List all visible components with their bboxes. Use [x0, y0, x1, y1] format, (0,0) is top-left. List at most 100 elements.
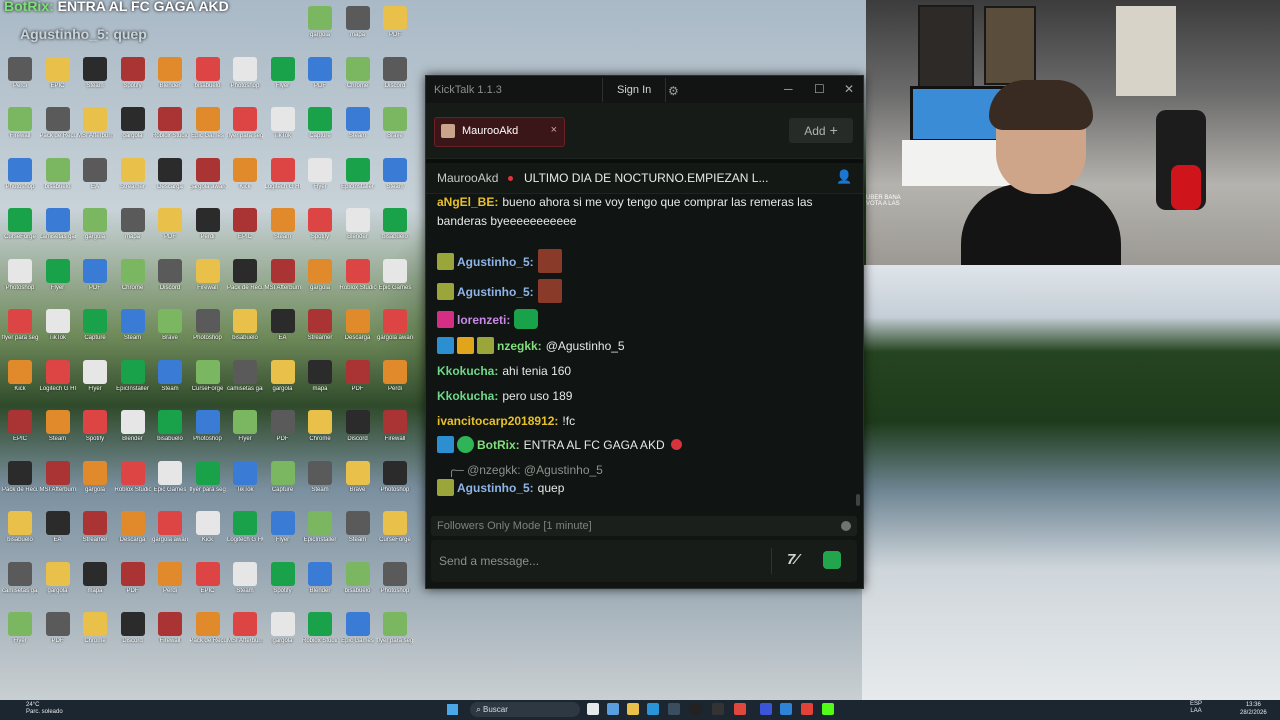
info-icon[interactable]	[841, 521, 851, 531]
desktop-icon[interactable]: MSI Afterburner	[227, 612, 263, 645]
desktop-icon[interactable]: Blender	[152, 56, 188, 90]
desktop-icon[interactable]: Streamer	[115, 157, 151, 191]
notepad-icon[interactable]	[780, 703, 792, 715]
desktop-icon[interactable]: EPIC	[40, 56, 76, 90]
desktop-icon[interactable]: Firewall	[377, 410, 413, 443]
desktop-icon[interactable]: CurseForge	[377, 511, 413, 544]
chat-username[interactable]: nzegkk:	[497, 339, 542, 353]
desktop-icon[interactable]: mapa	[77, 561, 113, 595]
desktop-icon[interactable]: flyer para seguir	[2, 309, 38, 342]
desktop-icon[interactable]: EpicInstaller	[340, 157, 376, 191]
desktop-icon[interactable]: bisabuelo	[152, 410, 188, 443]
desktop-icon[interactable]: Steam	[265, 208, 301, 241]
desktop-icon[interactable]: EA	[40, 511, 76, 544]
desktop-icon[interactable]: mapa	[302, 359, 338, 393]
sign-in-button[interactable]: Sign In	[602, 78, 667, 102]
desktop-icon[interactable]: Firewall	[2, 107, 38, 140]
desktop-icon[interactable]: gargola awards	[152, 511, 188, 544]
desktop-icon[interactable]: mapa	[340, 6, 376, 39]
desktop-icon[interactable]: Roblox Studio	[115, 460, 151, 494]
desktop-icon[interactable]: Descarga	[340, 309, 376, 342]
desktop-icon[interactable]: PDF	[265, 410, 301, 443]
desktop-icon[interactable]: Steam	[377, 157, 413, 191]
desktop-icon[interactable]: camisetas gargolas	[227, 359, 263, 393]
edge-icon[interactable]	[647, 703, 659, 715]
desktop-icon[interactable]: Chrome	[77, 612, 113, 645]
desktop-icon[interactable]: Photoshop	[377, 561, 413, 595]
desktop-icon[interactable]: flyer para seguir	[227, 107, 263, 140]
desktop-icon[interactable]: Steam	[115, 309, 151, 342]
desktop-icon[interactable]: Epic Games	[377, 258, 413, 292]
tab-maurooakd[interactable]: MaurooAkd ×	[434, 117, 565, 147]
desktop-icon[interactable]: Brave	[377, 107, 413, 140]
desktop-icon[interactable]: Photoshop	[190, 410, 226, 443]
desktop-icon[interactable]: bisabuelo	[227, 309, 263, 342]
desktop-icon[interactable]: Photoshop	[2, 258, 38, 292]
desktop-icon[interactable]: Steam	[77, 56, 113, 90]
desktop-icon[interactable]: Spotify	[77, 410, 113, 443]
desktop-icon[interactable]: bisabuelo	[377, 208, 413, 241]
taskview-icon[interactable]	[587, 703, 599, 715]
desktop-icon[interactable]: Descarga	[152, 157, 188, 191]
desktop-icon[interactable]: gargola	[77, 208, 113, 241]
desktop-icon[interactable]: Flyer	[265, 56, 301, 90]
desktop-icon[interactable]: Photoshop	[2, 157, 38, 191]
desktop-icon[interactable]: MSI Afterburner	[40, 460, 76, 494]
desktop-icon[interactable]: MSI Afterburner	[77, 107, 113, 140]
user-list-icon[interactable]: 👤	[836, 169, 852, 185]
minimize-button[interactable]: ─	[784, 82, 793, 96]
desktop-icon[interactable]: Steam	[40, 410, 76, 443]
desktop-icon[interactable]: Streamer	[302, 309, 338, 342]
desktop-icon[interactable]: Epic Games	[340, 612, 376, 645]
desktop-icon[interactable]: Flyer	[302, 157, 338, 191]
channel-name[interactable]: MaurooAkd	[437, 171, 498, 185]
desktop-icon[interactable]: gargola awards	[190, 157, 226, 191]
desktop-icon[interactable]: Discord	[115, 612, 151, 645]
chat-username[interactable]: Agustinho_5:	[457, 255, 534, 269]
chat-username[interactable]: aNgEl_BE:	[437, 195, 498, 209]
close-window-button[interactable]: ✕	[844, 82, 854, 96]
desktop-icon[interactable]: Pack de Recursos	[227, 258, 263, 292]
desktop-icon[interactable]: Spotify	[115, 56, 151, 90]
desktop-icon[interactable]: gargola	[265, 612, 301, 645]
desktop-icon[interactable]: Roblox Studio	[152, 107, 188, 140]
close-tab-icon[interactable]: ×	[551, 124, 557, 136]
widgets-icon[interactable]	[607, 703, 619, 715]
desktop-icon[interactable]: Descarga	[115, 511, 151, 544]
reply-reference[interactable]: ╭─ @nzegkk: @Agustinho_5	[448, 461, 853, 480]
taskbar-search[interactable]: ⌕ Buscar	[470, 702, 580, 717]
desktop-icon[interactable]: Chrome	[340, 56, 376, 90]
desktop-icon[interactable]: PDF	[77, 258, 113, 292]
desktop-icon[interactable]: gargola	[115, 107, 151, 140]
desktop-icon[interactable]: Perdi	[377, 359, 413, 393]
desktop-icon[interactable]: EA	[77, 157, 113, 191]
desktop-icon[interactable]: TikTok	[227, 460, 263, 494]
emote-picker-icon[interactable]	[823, 551, 841, 569]
chat-username[interactable]: lorenzeti:	[457, 313, 510, 327]
desktop-icon[interactable]: Perdi	[2, 56, 38, 90]
desktop-icon[interactable]: Blender	[302, 561, 338, 595]
desktop-icon[interactable]: Kick	[190, 511, 226, 544]
desktop-icon[interactable]: Photoshop	[227, 56, 263, 90]
language-indicator[interactable]: ESP LAA	[1190, 701, 1202, 715]
file-explorer-icon[interactable]	[627, 703, 639, 715]
desktop-icon[interactable]: bisabuelo	[2, 511, 38, 544]
desktop-icon[interactable]: Capture	[77, 309, 113, 342]
desktop-icon[interactable]: Firewall	[190, 258, 226, 292]
add-channel-button[interactable]: Add +	[789, 118, 853, 143]
desktop-icon[interactable]: Spotify	[265, 561, 301, 595]
desktop-icon[interactable]: Spotify	[302, 208, 338, 241]
chat-username[interactable]: Agustinho_5:	[457, 285, 534, 299]
desktop-icon[interactable]: Roblox Studio	[340, 258, 376, 292]
desktop-icon[interactable]: bisabuelo	[190, 56, 226, 90]
desktop-icon[interactable]: flyer para seguir	[377, 612, 413, 645]
chrome-icon[interactable]	[801, 703, 813, 715]
chat-username[interactable]: ivancitocarp2018912:	[437, 414, 558, 428]
chat-username[interactable]: BotRix:	[477, 438, 520, 452]
desktop-icon[interactable]: Epic Games	[190, 107, 226, 140]
desktop-icon[interactable]: bisabuelo	[40, 157, 76, 191]
desktop-icon[interactable]: Blender	[340, 208, 376, 241]
desktop-icon[interactable]: flyer para seguir	[190, 460, 226, 494]
desktop-icon[interactable]: bisabuelo	[340, 561, 376, 595]
desktop-icon[interactable]: Logitech G HUB	[265, 157, 301, 191]
